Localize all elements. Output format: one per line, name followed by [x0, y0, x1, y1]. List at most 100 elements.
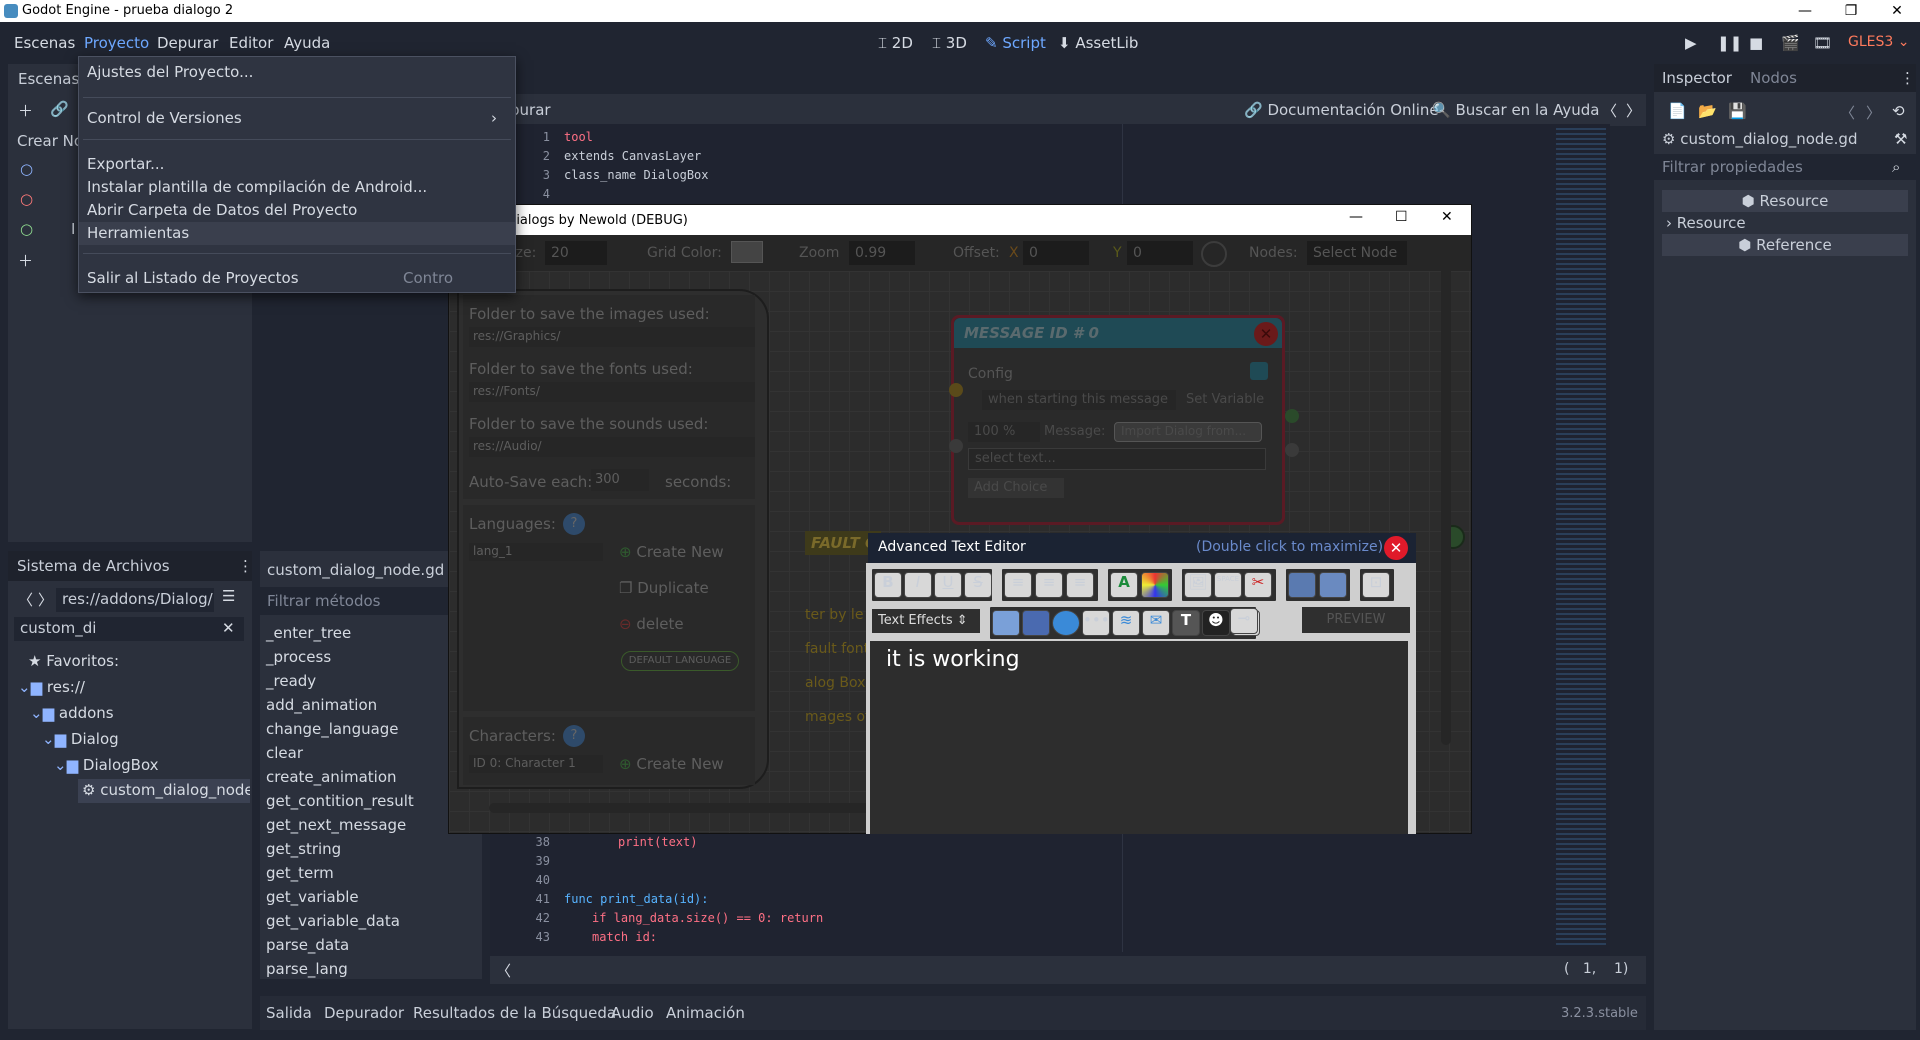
tab-inspector[interactable]: Inspector [1662, 69, 1732, 87]
pause-icon[interactable]: ❚❚ [1717, 34, 1742, 52]
favorites-item[interactable]: ★ Favoritos: [28, 652, 119, 670]
close-node-icon[interactable]: ✕ [1254, 322, 1278, 346]
next-script-icon[interactable]: 〉 [1626, 100, 1641, 121]
character-icon[interactable]: ☻ [1202, 610, 1230, 636]
method-item[interactable]: get_contition_result [260, 789, 480, 813]
sounds-folder-field[interactable]: res://Audio/ [469, 437, 755, 457]
menu-item-export[interactable]: Exportar... [79, 153, 515, 176]
menu-editor[interactable]: Editor [229, 34, 273, 52]
add-node-icon[interactable]: ＋ [18, 100, 33, 121]
mail-icon[interactable]: ✉ [1142, 610, 1170, 636]
create-character-button[interactable]: ⊕ Create New [619, 755, 724, 773]
offset-x-spinbox[interactable]: 0 [1023, 241, 1089, 265]
tab-salida[interactable]: Salida [266, 1004, 312, 1022]
insert-icon[interactable]: ⊡ [1362, 572, 1390, 598]
grid-color-picker[interactable] [731, 241, 763, 263]
space-effects-icon[interactable]: SPACE [1214, 572, 1242, 598]
maximize-icon[interactable]: ❐ [1828, 0, 1874, 22]
new-resource-icon[interactable]: 📄 [1668, 102, 1687, 120]
nodes-select[interactable]: Select Node [1307, 241, 1407, 265]
center-view-icon[interactable] [1201, 241, 1227, 267]
palette-icon[interactable] [1141, 572, 1169, 598]
mode-script-button[interactable]: ✎ Script [985, 34, 1046, 52]
strikethrough-icon[interactable]: S [964, 572, 992, 598]
window-icon[interactable] [1288, 572, 1316, 598]
resource-header[interactable]: ⬢ Resource [1662, 190, 1908, 212]
ate-text-area[interactable]: it is working [870, 641, 1408, 834]
tree-res[interactable]: ⌄▆ res:// [18, 678, 85, 696]
method-item[interactable]: parse_lang [260, 957, 480, 981]
play-icon[interactable]: ▶ [1685, 34, 1697, 52]
when-select[interactable]: when starting this message [982, 390, 1176, 410]
select-text-field[interactable]: select text... [968, 448, 1266, 470]
method-item[interactable]: _enter_tree [260, 621, 480, 645]
menu-item-version-control[interactable]: Control de Versiones › [79, 107, 515, 130]
character-item[interactable]: ID 0: Character 1 [469, 755, 603, 773]
grid-size-spinbox[interactable]: 20 [545, 241, 607, 265]
align-right-icon[interactable]: ≡ [1066, 572, 1094, 598]
menu-item-project-settings[interactable]: Ajustes del Proyecto... [79, 61, 515, 84]
renderer-select[interactable]: GLES3 ⌄ [1848, 34, 1909, 50]
dialog-icon[interactable] [1319, 572, 1347, 598]
save-icon[interactable]: 💾 [1728, 102, 1747, 120]
more-icon[interactable]: ⋮ [1900, 69, 1915, 87]
node-port-icon[interactable] [949, 439, 963, 453]
mode-2d-button[interactable]: ⌶ 2D [878, 34, 913, 52]
method-item[interactable]: create_animation [260, 765, 480, 789]
play-scene-icon[interactable]: 🎬 [1781, 34, 1800, 52]
method-item[interactable]: change_language [260, 717, 480, 741]
bold-icon[interactable]: B [874, 572, 902, 598]
slider-icon[interactable]: ⊸ [1230, 608, 1258, 634]
collapse-icon[interactable]: 〈 [496, 960, 511, 981]
history-back-icon[interactable]: 〈 [1840, 102, 1855, 123]
align-center-icon[interactable]: ≡ [1035, 572, 1063, 598]
config-toggle[interactable] [1250, 362, 1268, 380]
method-item[interactable]: get_next_message [260, 813, 480, 837]
ate-close-icon[interactable]: ✕ [1384, 536, 1408, 560]
method-item[interactable]: get_term [260, 861, 480, 885]
code-minimap[interactable] [1556, 128, 1606, 948]
play-custom-scene-icon[interactable]: 🎞 [1813, 34, 1832, 52]
online-docs-button[interactable]: 🔗 Documentación Online [1244, 101, 1439, 119]
tree-dialogbox[interactable]: ⌄▆ DialogBox [54, 756, 159, 774]
node-2d-icon[interactable]: ○ [20, 160, 33, 178]
close-icon[interactable]: ✕ [1874, 0, 1920, 22]
forward-icon[interactable]: 〉 [38, 589, 53, 610]
effect-icon[interactable] [1022, 610, 1050, 636]
ellipsis-icon[interactable]: ••• [1082, 610, 1110, 636]
zoom-spinbox[interactable]: 0.99 [849, 241, 915, 265]
node-port-icon[interactable] [949, 383, 963, 397]
history-forward-icon[interactable]: 〉 [1866, 102, 1881, 123]
maximize-icon[interactable]: ☐ [1395, 209, 1408, 225]
ate-header[interactable]: Advanced Text Editor (Double click to ma… [868, 533, 1416, 563]
clear-filter-icon[interactable]: ✕ [222, 619, 235, 637]
tab-depurador[interactable]: Depurador [324, 1004, 404, 1022]
filesystem-tab[interactable]: Sistema de Archivos [17, 557, 170, 575]
add-choice-button[interactable]: Add Choice [968, 478, 1064, 498]
text-effects-select[interactable]: Text Effects ⇕ [870, 607, 982, 635]
menu-depurar[interactable]: Depurar [157, 34, 218, 52]
close-icon[interactable]: ✕ [1441, 209, 1453, 225]
tools-icon[interactable]: ✂ [1244, 572, 1272, 598]
list-view-icon[interactable]: ☰ [222, 587, 235, 605]
effect-icon[interactable] [992, 610, 1020, 636]
tab-nodos[interactable]: Nodos [1750, 69, 1797, 87]
file-filter-input[interactable]: custom_di [14, 617, 244, 641]
history-icon[interactable]: ⟲ [1892, 102, 1905, 120]
more-icon[interactable]: ⋮ [238, 557, 253, 575]
tree-addons[interactable]: ⌄▆ addons [30, 704, 114, 722]
duplicate-language-button[interactable]: ❐ Duplicate [619, 579, 709, 597]
menu-item-open-data-folder[interactable]: Abrir Carpeta de Datos del Proyecto [79, 199, 515, 222]
tab-audio[interactable]: Audio [611, 1004, 654, 1022]
node-ui-icon[interactable]: ○ [20, 220, 33, 238]
autosave-spinbox[interactable]: 300 [591, 469, 649, 491]
help-icon[interactable]: ? [563, 513, 585, 535]
property-filter-input[interactable]: Filtrar propiedades [1654, 154, 1916, 180]
debug-menu-partial[interactable]: purar [510, 101, 551, 119]
search-help-button[interactable]: 🔍 Buscar en la Ayuda [1432, 101, 1599, 119]
align-left-icon[interactable]: ≡ [1004, 572, 1032, 598]
back-icon[interactable]: 〈 [18, 589, 33, 610]
prev-script-icon[interactable]: 〈 [1602, 100, 1617, 121]
method-item[interactable]: clear [260, 741, 480, 765]
mode-3d-button[interactable]: ⌶ 3D [932, 34, 967, 52]
